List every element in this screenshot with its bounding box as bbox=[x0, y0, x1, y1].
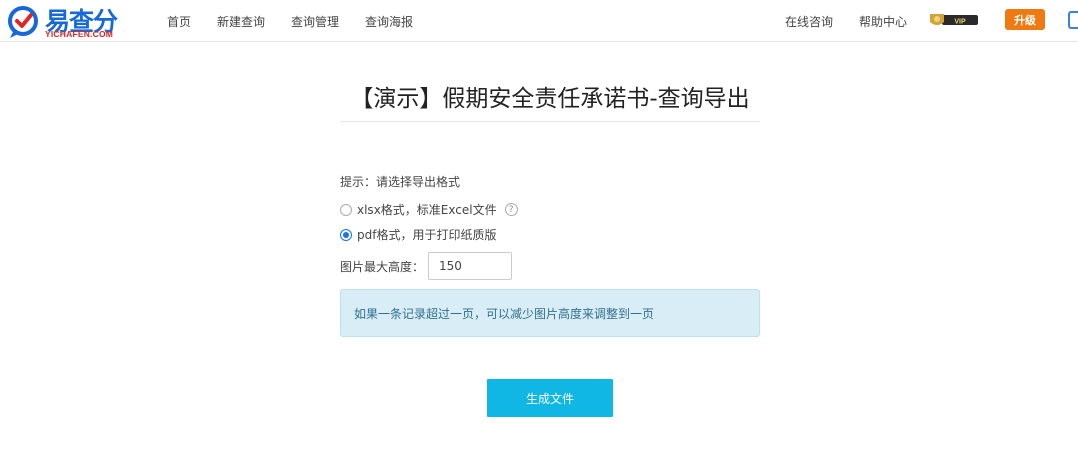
nav-query-poster[interactable]: 查询海报 bbox=[365, 13, 413, 30]
export-panel: 【演示】假期安全责任承诺书-查询导出 提示：请选择导出格式 xlsx格式，标准E… bbox=[340, 85, 760, 337]
info-alert: 如果一条记录超过一页，可以减少图片高度来调整到一页 bbox=[340, 289, 760, 337]
upgrade-button[interactable]: 升级 bbox=[1005, 9, 1045, 30]
generate-file-button[interactable]: 生成文件 bbox=[487, 379, 613, 417]
secondary-nav: 在线咨询 帮助中心 bbox=[785, 0, 933, 42]
radio-pdf[interactable] bbox=[340, 228, 352, 241]
option-pdf-label: pdf格式，用于打印纸质版 bbox=[357, 228, 497, 242]
image-height-label: 图片最大高度： bbox=[340, 259, 425, 274]
nav-help-center[interactable]: 帮助中心 bbox=[859, 13, 907, 30]
option-pdf[interactable]: pdf格式，用于打印纸质版 bbox=[340, 226, 496, 243]
image-height-row: 图片最大高度： bbox=[340, 252, 513, 280]
vip-label: VIP bbox=[954, 19, 966, 26]
option-xlsx-label: xlsx格式，标准Excel文件 bbox=[357, 203, 497, 217]
nav-query-manage[interactable]: 查询管理 bbox=[291, 13, 339, 30]
main-nav: 首页 新建查询 查询管理 查询海报 bbox=[167, 0, 439, 42]
logo-chat-check-icon bbox=[8, 6, 38, 38]
page-title: 【演示】假期安全责任承诺书-查询导出 bbox=[340, 85, 760, 122]
nav-new-query[interactable]: 新建查询 bbox=[217, 13, 265, 30]
brand-logo[interactable]: 易查分 YICHAFEN.COM bbox=[7, 3, 135, 39]
brand-domain: YICHAFEN.COM bbox=[45, 29, 114, 39]
nav-home[interactable]: 首页 bbox=[167, 13, 191, 30]
user-menu-icon[interactable] bbox=[1068, 11, 1078, 29]
nav-online-consult[interactable]: 在线咨询 bbox=[785, 13, 833, 30]
help-question-icon[interactable]: ? bbox=[504, 203, 518, 216]
radio-xlsx[interactable] bbox=[340, 203, 352, 216]
option-xlsx[interactable]: xlsx格式，标准Excel文件 ? bbox=[340, 201, 518, 218]
vip-badge-icon[interactable]: VIP bbox=[928, 12, 980, 28]
top-header: 易查分 YICHAFEN.COM 首页 新建查询 查询管理 查询海报 在线咨询 … bbox=[0, 0, 1078, 42]
format-hint: 提示：请选择导出格式 bbox=[340, 175, 461, 189]
image-height-input[interactable] bbox=[428, 252, 513, 280]
